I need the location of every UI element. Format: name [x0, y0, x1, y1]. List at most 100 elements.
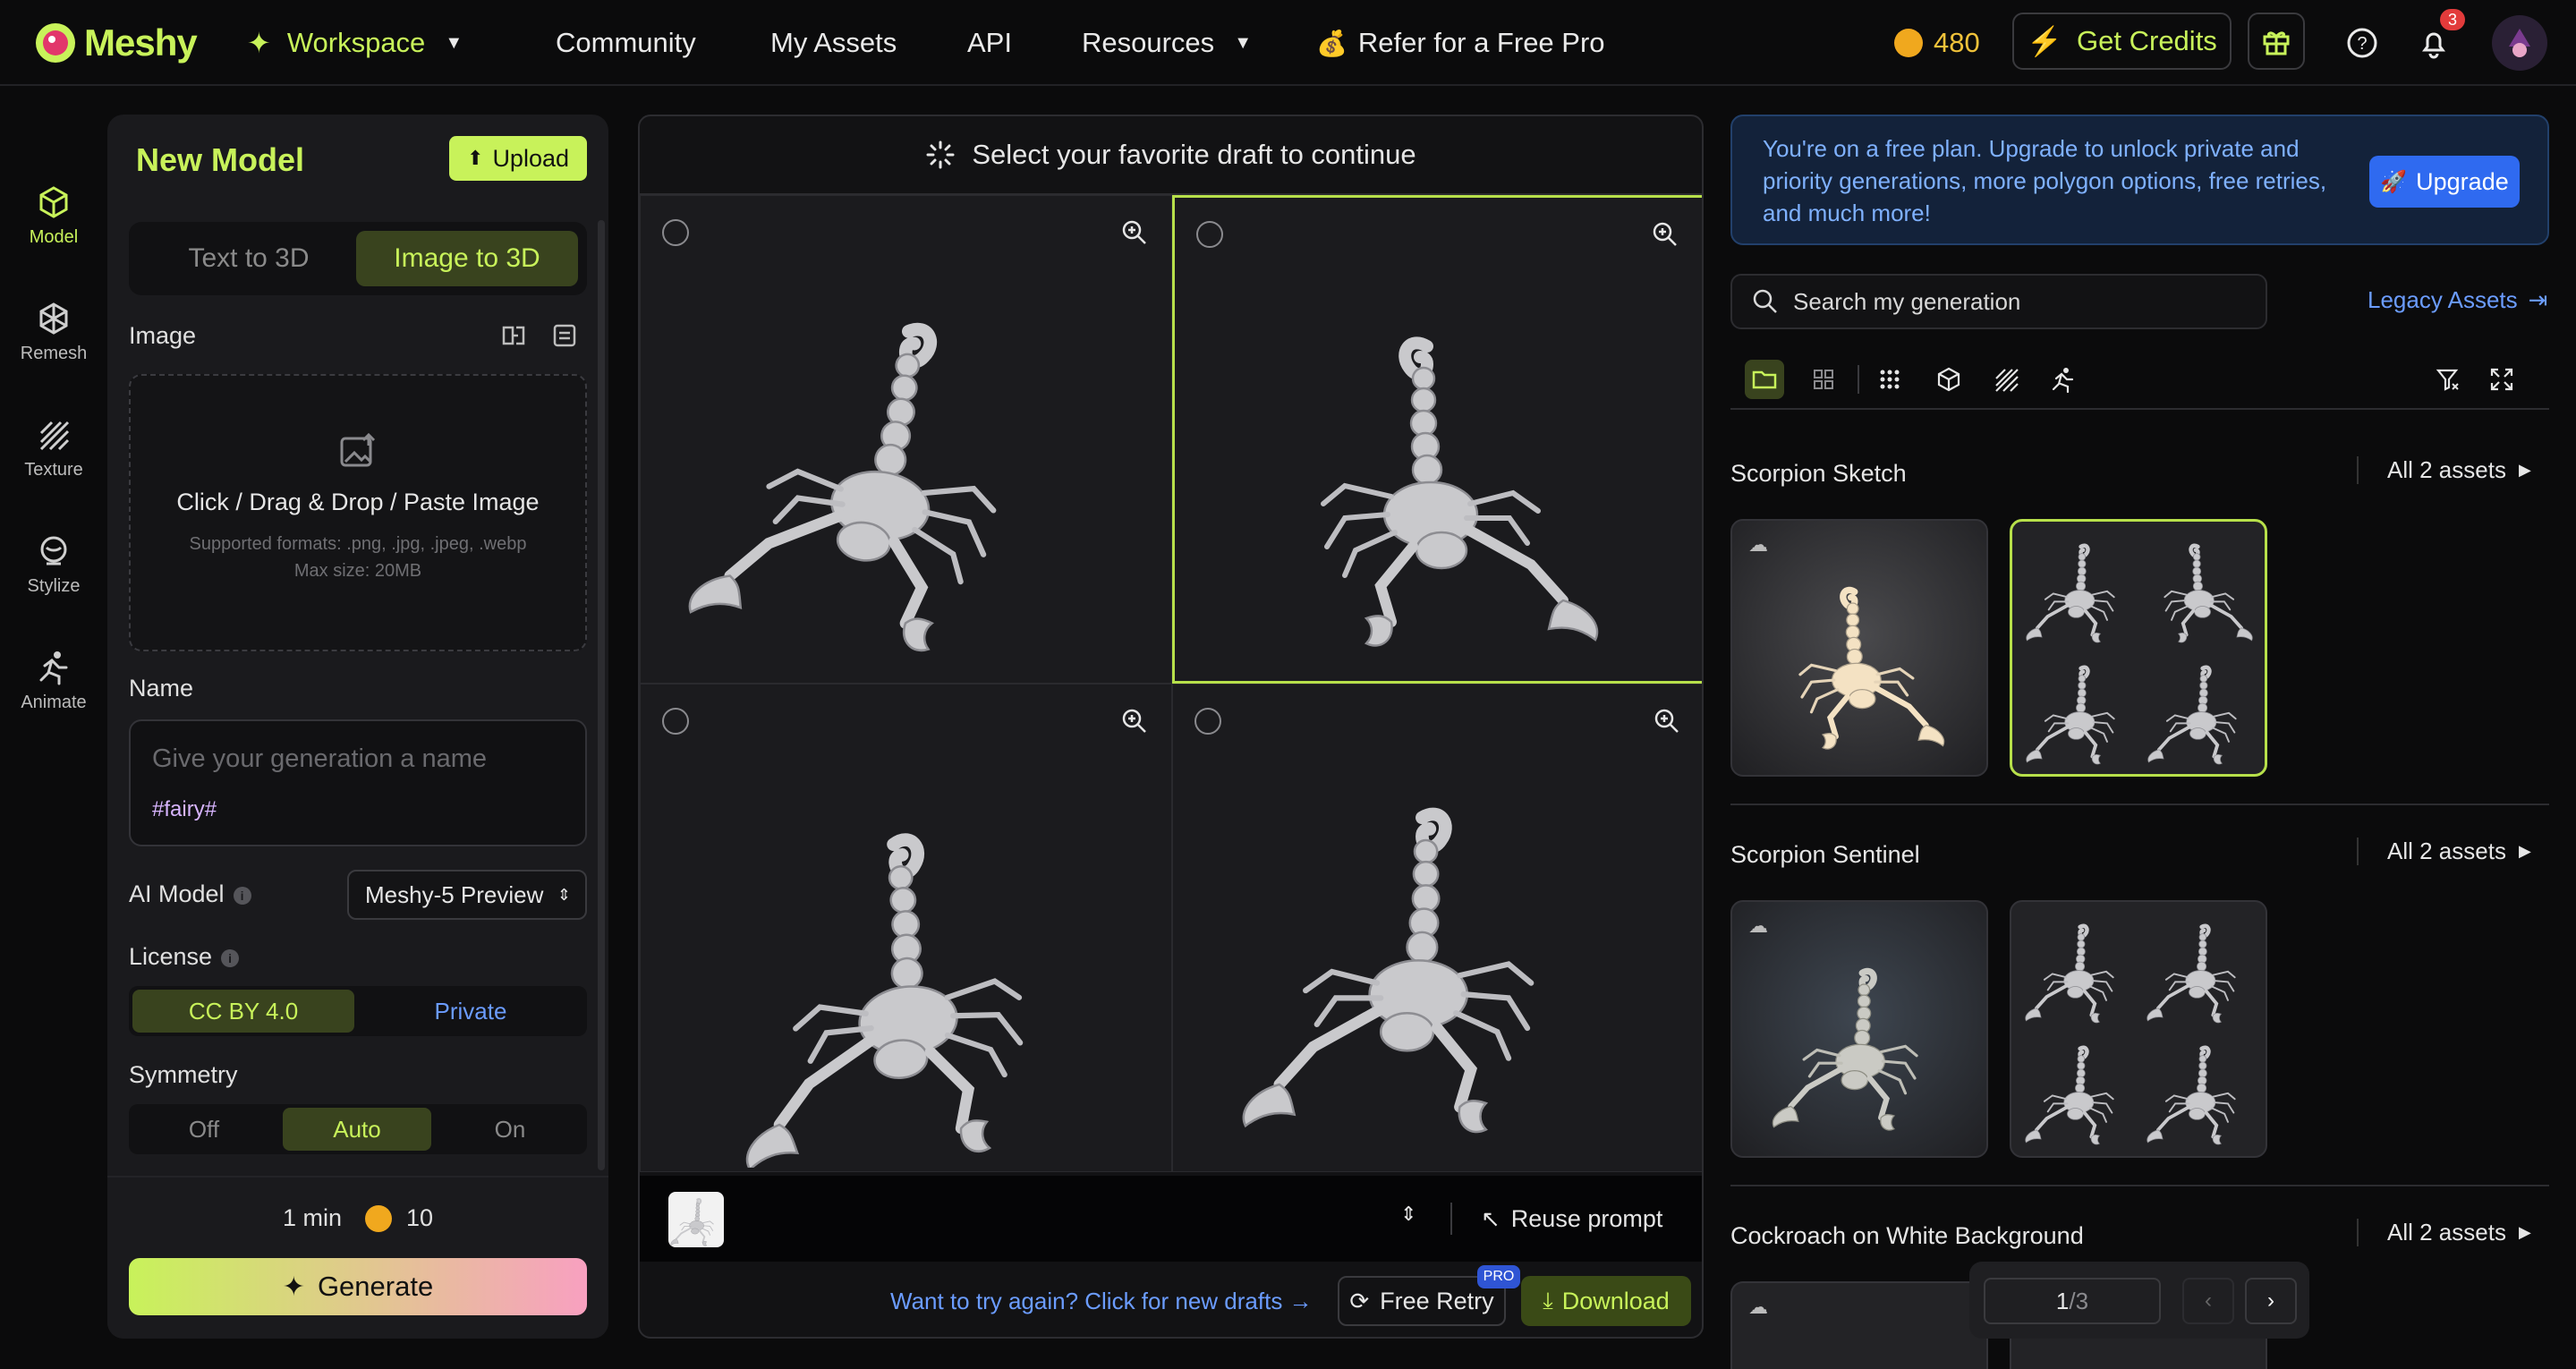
- draft-2-radio[interactable]: [1196, 221, 1223, 248]
- view-all-assets-link[interactable]: All 2 assets ▶: [2357, 838, 2531, 865]
- asset-card[interactable]: [2010, 519, 2267, 777]
- rail-stylize[interactable]: Stylize: [0, 533, 107, 597]
- scorpion-asset-image: [1764, 947, 1952, 1135]
- license-label-text: License: [129, 943, 213, 970]
- reuse-prompt-label: Reuse prompt: [1510, 1204, 1663, 1232]
- draft-4-radio[interactable]: [1194, 708, 1221, 735]
- draft-2[interactable]: [1172, 195, 1702, 684]
- asset-card[interactable]: ☁: [1730, 900, 1988, 1158]
- meshy-logo-icon: [36, 23, 75, 63]
- credit-cost: 10: [405, 1204, 434, 1231]
- external-login-icon: ⇥: [2528, 286, 2548, 313]
- draft-3[interactable]: [640, 684, 1172, 1172]
- rail-animate[interactable]: Animate: [0, 650, 107, 713]
- get-credits-label: Get Credits: [2077, 25, 2217, 56]
- tab-text-to-3d[interactable]: Text to 3D: [138, 231, 360, 286]
- zoom-in-icon[interactable]: [1652, 221, 1679, 248]
- scorpion-model-image: [712, 792, 1088, 1168]
- name-field[interactable]: Give your generation a name #fairy#: [129, 719, 587, 846]
- image-list-icon[interactable]: [551, 322, 578, 349]
- draft-4[interactable]: [1172, 684, 1702, 1172]
- rail-model[interactable]: Model: [0, 184, 107, 248]
- animation-filter-icon[interactable]: [2044, 360, 2083, 399]
- scorpion-model-image: [1209, 765, 1620, 1141]
- asset-card[interactable]: ☁: [1730, 1281, 1988, 1369]
- nav-api[interactable]: API: [967, 20, 1012, 66]
- generate-button[interactable]: ✦ Generate: [129, 1258, 587, 1315]
- info-icon[interactable]: i: [233, 886, 251, 905]
- page-input[interactable]: 1/3: [1984, 1278, 2161, 1324]
- money-bag-icon: 💰: [1316, 29, 1348, 57]
- mode-tabs: Text to 3D Image to 3D: [129, 222, 587, 295]
- credits-balance[interactable]: 480: [1894, 20, 1980, 66]
- refer-link[interactable]: 💰 Refer for a Free Pro: [1316, 20, 1605, 66]
- image-dropzone[interactable]: Click / Drag & Drop / Paste Image Suppor…: [129, 374, 587, 651]
- download-button[interactable]: ⤓ Download: [1521, 1276, 1691, 1326]
- upgrade-button[interactable]: 🚀 Upgrade: [2369, 156, 2520, 208]
- get-credits-button[interactable]: ⚡ Get Credits: [2012, 13, 2232, 70]
- zoom-in-icon[interactable]: [1654, 708, 1680, 735]
- rail-texture[interactable]: Texture: [0, 417, 107, 480]
- reuse-prompt-button[interactable]: ↖ Reuse prompt: [1481, 1197, 1662, 1240]
- nav-community[interactable]: Community: [556, 20, 696, 66]
- upload-button[interactable]: ⬆ Upload: [449, 136, 587, 181]
- panel-scrollbar[interactable]: [598, 220, 605, 1170]
- time-estimate: 1 min: [282, 1204, 342, 1231]
- symmetry-on[interactable]: On: [438, 1108, 582, 1151]
- expand-collapse-icon[interactable]: ⇕: [1400, 1203, 1416, 1226]
- caret-right-icon: ▶: [2518, 461, 2531, 479]
- wizard-avatar-icon: [2509, 29, 2530, 57]
- scorpion-asset-image: [2142, 1033, 2257, 1147]
- new-model-panel: New Model ⬆ Upload Text to 3D Image to 3…: [107, 115, 608, 1339]
- multi-image-icon[interactable]: [501, 322, 528, 349]
- rail-remesh[interactable]: Remesh: [0, 301, 107, 364]
- input-image-thumbnail[interactable]: [668, 1192, 724, 1247]
- zoom-in-icon[interactable]: [1121, 219, 1148, 246]
- legacy-assets-link[interactable]: Legacy Assets ⇥: [2368, 286, 2547, 314]
- all-types-icon[interactable]: [1870, 360, 1909, 399]
- help-button[interactable]: ?: [2339, 20, 2385, 66]
- info-icon[interactable]: i: [221, 948, 240, 967]
- search-icon: [1753, 289, 1777, 313]
- scorpion-model-image: [1237, 296, 1631, 654]
- workspace-menu[interactable]: ✦ Workspace ▼: [247, 20, 463, 66]
- nav-my-assets[interactable]: My Assets: [770, 20, 897, 66]
- model-filter-icon[interactable]: [1929, 360, 1968, 399]
- fullscreen-icon[interactable]: [2482, 360, 2521, 399]
- zoom-in-icon[interactable]: [1121, 708, 1148, 735]
- search-input[interactable]: Search my generation: [1730, 274, 2267, 329]
- scorpion-asset-image: [2143, 652, 2257, 767]
- folder-view-icon[interactable]: [1745, 360, 1784, 399]
- asset-card[interactable]: ☁: [1730, 519, 1988, 777]
- name-tag: #fairy#: [152, 797, 217, 821]
- tab-image-to-3d[interactable]: Image to 3D: [356, 231, 578, 286]
- next-page-button[interactable]: ›: [2245, 1278, 2297, 1324]
- draft-1[interactable]: [640, 195, 1172, 684]
- new-drafts-link[interactable]: Want to try again? Click for new drafts …: [890, 1281, 1313, 1321]
- draft-1-radio[interactable]: [662, 219, 689, 246]
- license-private[interactable]: Private: [358, 990, 583, 1033]
- gift-button[interactable]: [2248, 13, 2305, 70]
- symmetry-auto[interactable]: Auto: [283, 1108, 431, 1151]
- filter-icon[interactable]: [2428, 360, 2468, 399]
- texture-filter-icon[interactable]: [1986, 360, 2026, 399]
- ai-model-select[interactable]: Meshy-5 Preview ⇕: [347, 870, 587, 920]
- symmetry-off[interactable]: Off: [132, 1108, 276, 1151]
- draft-3-radio[interactable]: [662, 708, 689, 735]
- view-all-assets-link[interactable]: All 2 assets ▶: [2357, 456, 2531, 484]
- gift-icon: [2263, 31, 2290, 55]
- asset-card[interactable]: [2010, 900, 2267, 1158]
- logo[interactable]: Meshy: [32, 20, 198, 66]
- upgrade-banner: You're on a free plan. Upgrade to unlock…: [1730, 115, 2549, 245]
- symmetry-label: Symmetry: [129, 1061, 238, 1088]
- view-all-assets-link[interactable]: All 2 assets ▶: [2357, 1219, 2531, 1246]
- logo-text: Meshy: [84, 21, 198, 64]
- prev-page-button[interactable]: ‹: [2182, 1278, 2234, 1324]
- avatar[interactable]: [2492, 15, 2547, 71]
- chevron-left-icon: ‹: [2205, 1288, 2212, 1313]
- license-cc-by[interactable]: CC BY 4.0: [132, 990, 354, 1033]
- cloud-icon: ☁: [1748, 533, 1768, 556]
- grid-view-icon[interactable]: [1804, 360, 1843, 399]
- workspace-label: Workspace: [286, 27, 426, 58]
- nav-resources[interactable]: Resources ▼: [1082, 20, 1252, 66]
